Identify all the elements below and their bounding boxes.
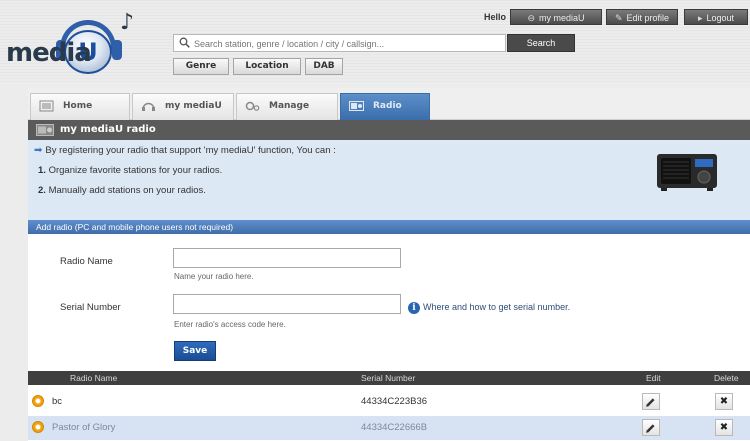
add-radio-bar: Add radio (PC and mobile phone users not… [28,220,750,234]
search-input[interactable] [194,37,494,50]
radio-name-hint: Name your radio here. [174,272,254,281]
tab-manage[interactable]: Manage [236,93,338,120]
serial-number-label: Serial Number [60,302,121,313]
save-button[interactable]: Save [174,341,216,361]
genre-button[interactable]: Genre [173,58,229,75]
section-title-label: my mediaU radio [60,124,156,135]
site-header: U media ♪ Search Genre Location DAB Hell… [0,0,750,82]
radio-bullet-icon [32,395,44,407]
main-panel: Home my mediaU Manage Radio my mediaU ra… [28,88,750,441]
row-serial-number: 44334C22666B [361,422,428,433]
column-edit: Edit [646,373,661,383]
info-item-2: 2. Manually add stations on your radios. [38,185,206,196]
info-item-text: Manually add stations on your radios. [48,185,206,196]
radio-table-header: Radio Name Serial Number Edit Delete [28,371,750,385]
logout-label: Logout [706,13,735,23]
serial-number-input[interactable] [173,294,401,314]
edit-profile-label: Edit profile [626,13,670,23]
info-box: ➡ By registering your radio that support … [28,140,750,220]
close-icon: ✖ [719,422,729,433]
tab-home-label: Home [63,101,93,111]
tab-my-mediau[interactable]: my mediaU [132,93,234,120]
radio-bullet-icon [32,421,44,433]
arrow-right-icon: ➡ [34,145,43,156]
table-row: Pastor of Glory 44334C22666B ✖ [28,416,750,440]
column-radio-name: Radio Name [70,373,118,383]
serial-help-link[interactable]: i Where and how to get serial number. [408,302,570,314]
headphones-icon [142,102,155,111]
logout-button[interactable]: ▸ Logout [684,9,748,25]
edit-profile-button[interactable]: ✎ Edit profile [606,9,678,25]
my-mediau-label: my mediaU [539,13,585,23]
table-row: bc 44334C223B36 ✖ [28,390,750,414]
info-intro-text: By registering your radio that support '… [45,145,336,156]
logo-text: media [6,38,92,68]
search-box [173,34,506,52]
info-intro: ➡ By registering your radio that support … [34,145,336,156]
home-icon [39,100,54,112]
info-item-text: Organize favorite stations for your radi… [48,165,223,176]
radio-device-image [657,154,717,191]
hello-text: Hello [484,12,507,22]
pencil-icon: ✎ [614,13,623,23]
search-icon [179,37,190,48]
edit-button[interactable] [642,419,660,436]
tab-manage-label: Manage [269,101,310,111]
pencil-icon [646,424,655,433]
radio-name-label: Radio Name [60,256,113,267]
close-icon: ✖ [719,396,729,407]
mediau-logo[interactable]: U media ♪ [2,10,162,76]
info-icon: i [408,302,420,314]
add-radio-label: Add radio (PC and mobile phone users not… [36,222,234,232]
row-serial-number: 44334C223B36 [361,396,428,407]
row-radio-name: Pastor of Glory [52,422,116,433]
headphones-icon: ⊖ [527,13,536,23]
serial-number-hint: Enter radio's access code here. [174,320,286,329]
location-button[interactable]: Location [233,58,301,75]
search-button[interactable]: Search [507,34,575,52]
tab-home[interactable]: Home [30,93,130,120]
tab-radio-label: Radio [373,101,402,111]
radio-icon [349,101,364,111]
music-note-icon: ♪ [120,10,135,35]
column-serial-number: Serial Number [361,373,416,383]
section-title: my mediaU radio [28,120,750,140]
edit-button[interactable] [642,393,660,410]
logout-icon: ▸ [697,13,703,23]
radio-name-input[interactable] [173,248,401,268]
radio-icon [36,124,54,136]
serial-help-text: Where and how to get serial number. [423,302,571,312]
tab-bar: Home my mediaU Manage Radio [28,88,750,120]
dab-button[interactable]: DAB [305,58,343,75]
headphone-ear-right [112,40,122,60]
gears-icon [245,101,260,111]
delete-button[interactable]: ✖ [715,393,733,410]
row-radio-name: bc [52,396,63,407]
info-item-1: 1. Organize favorite stations for your r… [38,165,222,176]
info-item-number: 1. [38,165,46,176]
tab-radio[interactable]: Radio [340,93,430,120]
delete-button[interactable]: ✖ [715,419,733,436]
my-mediau-button[interactable]: ⊖ my mediaU [510,9,602,25]
tab-my-mediau-label: my mediaU [165,101,222,111]
info-item-number: 2. [38,185,46,196]
column-delete: Delete [714,373,739,383]
pencil-icon [646,398,655,407]
